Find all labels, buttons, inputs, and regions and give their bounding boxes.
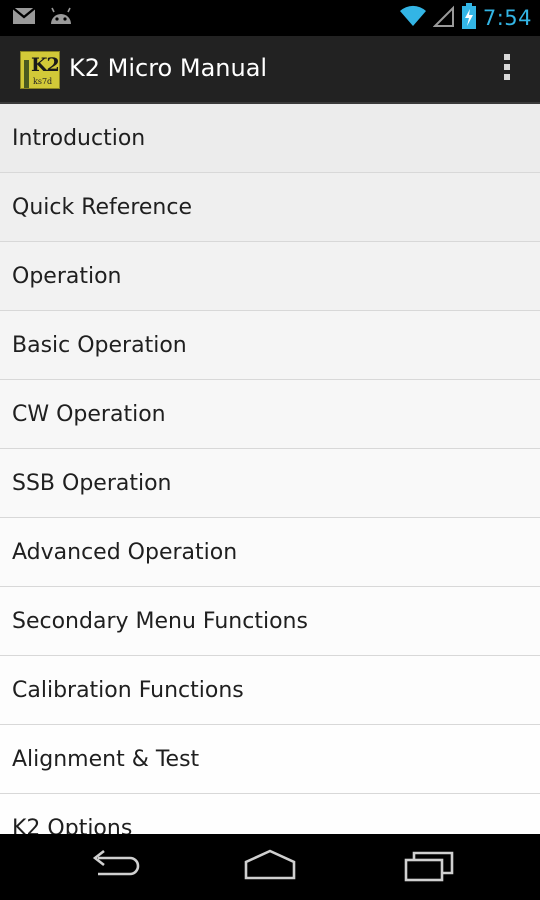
list-item-label: Alignment & Test xyxy=(12,746,200,772)
manual-section-list: Introduction Quick Reference Operation B… xyxy=(0,104,540,834)
app-icon-subtext: ks7d xyxy=(33,77,53,86)
list-item-advanced-operation[interactable]: Advanced Operation xyxy=(0,518,540,587)
list-item-cw-operation[interactable]: CW Operation xyxy=(0,380,540,449)
battery-charging-icon xyxy=(461,3,477,33)
list-item-basic-operation[interactable]: Basic Operation xyxy=(0,311,540,380)
list-item-ssb-operation[interactable]: SSB Operation xyxy=(0,449,540,518)
overflow-dot xyxy=(504,64,510,70)
recent-apps-icon[interactable] xyxy=(400,848,460,884)
overflow-dot xyxy=(504,54,510,60)
overflow-menu-icon[interactable] xyxy=(500,54,514,84)
list-item-label: Quick Reference xyxy=(12,194,192,220)
list-item-label: Introduction xyxy=(12,125,146,151)
status-bar: 7:54 xyxy=(0,0,540,36)
list-item-label: Basic Operation xyxy=(12,332,187,358)
app-icon-stripe xyxy=(24,60,29,88)
overflow-dot xyxy=(504,74,510,80)
app-icon-text: K2 xyxy=(31,54,59,76)
back-icon[interactable] xyxy=(84,848,144,884)
list-item-label: CW Operation xyxy=(12,401,166,427)
list-item-label: Operation xyxy=(12,263,122,289)
navigation-bar xyxy=(0,834,540,900)
gmail-icon xyxy=(12,7,36,29)
list-item-calibration-functions[interactable]: Calibration Functions xyxy=(0,656,540,725)
home-icon[interactable] xyxy=(240,848,300,884)
wifi-icon xyxy=(399,5,427,31)
list-item-quick-reference[interactable]: Quick Reference xyxy=(0,173,540,242)
clock: 7:54 xyxy=(482,6,532,30)
app-icon[interactable]: K2 ks7d xyxy=(20,51,60,89)
list-item-label: Secondary Menu Functions xyxy=(12,608,308,634)
list-item-label: SSB Operation xyxy=(12,470,172,496)
list-item-operation[interactable]: Operation xyxy=(0,242,540,311)
list-item-alignment-test[interactable]: Alignment & Test xyxy=(0,725,540,794)
action-bar: K2 ks7d K2 Micro Manual xyxy=(0,36,540,104)
list-item-secondary-menu-functions[interactable]: Secondary Menu Functions xyxy=(0,587,540,656)
screen: 7:54 K2 ks7d K2 Micro Manual Introductio… xyxy=(0,0,540,900)
list-item-label: K2 Options xyxy=(12,815,133,835)
notification-icons xyxy=(12,6,74,30)
app-title: K2 Micro Manual xyxy=(69,54,268,82)
system-icons: 7:54 xyxy=(399,0,532,36)
list-item-label: Calibration Functions xyxy=(12,677,244,703)
list-item-k2-options[interactable]: K2 Options xyxy=(0,794,540,834)
signal-icon xyxy=(432,5,455,31)
list-item-introduction[interactable]: Introduction xyxy=(0,104,540,173)
list-item-label: Advanced Operation xyxy=(12,539,238,565)
android-debug-icon xyxy=(48,6,74,30)
